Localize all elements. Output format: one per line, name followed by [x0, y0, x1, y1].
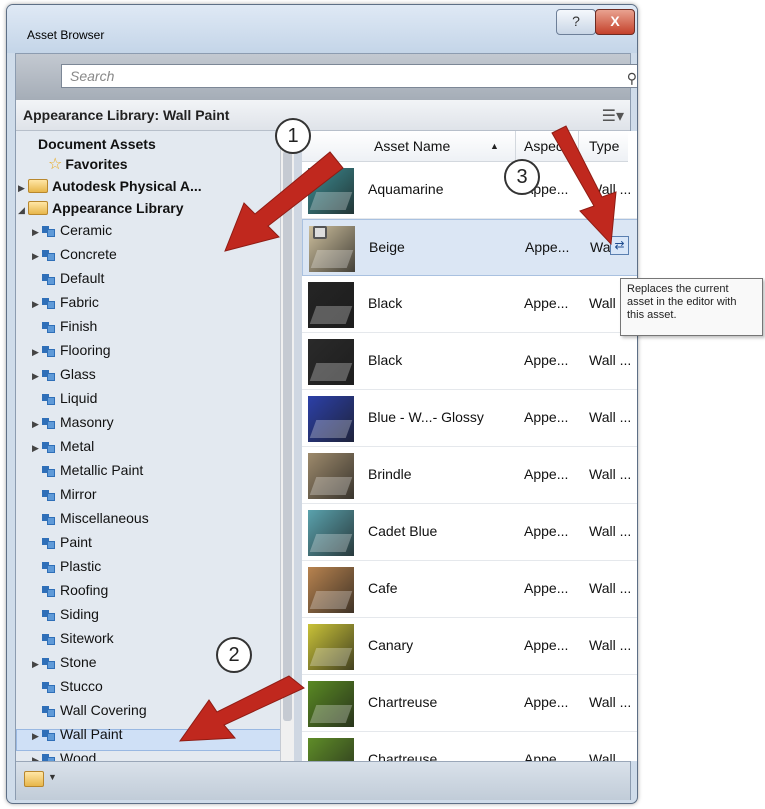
arrow-2 — [178, 675, 305, 742]
callout-3: 3 — [504, 159, 540, 195]
callout-2: 2 — [216, 637, 252, 673]
callout-1: 1 — [275, 118, 311, 154]
annotation-arrows — [178, 125, 617, 742]
arrow-3 — [551, 125, 617, 246]
arrow-1 — [224, 151, 344, 252]
